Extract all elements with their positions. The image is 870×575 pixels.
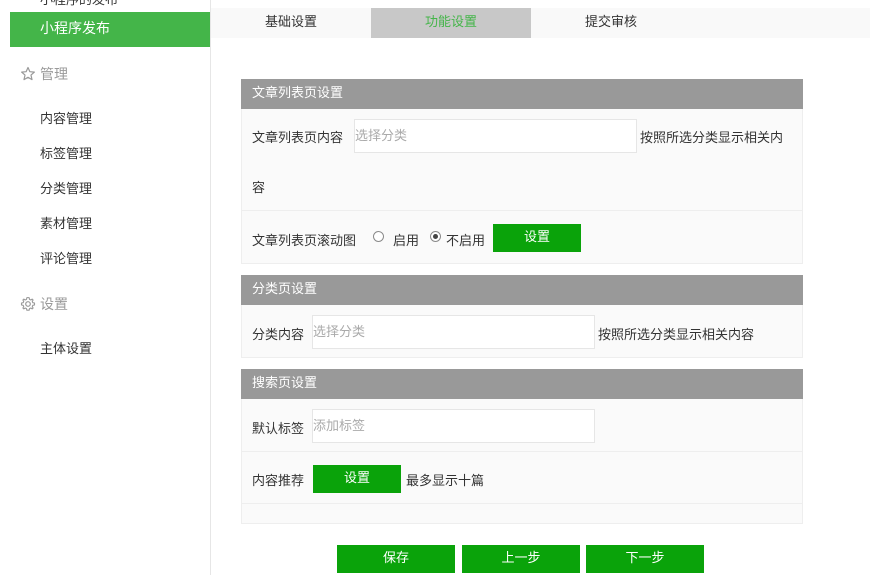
article-list-content-hint-wrap: 容 <box>252 181 266 196</box>
divider <box>242 210 802 211</box>
sidebar-item-comments[interactable]: 评论管理 <box>40 250 92 270</box>
recommend-settings-button[interactable]: 设置 <box>313 465 401 493</box>
radio-disable[interactable] <box>430 231 441 242</box>
radio-enable[interactable] <box>373 231 384 242</box>
default-tag-label: 默认标签 <box>252 422 305 437</box>
prev-step-button[interactable]: 上一步 <box>462 545 580 573</box>
tab-basic-settings[interactable]: 基础设置 <box>211 8 371 38</box>
tab-submit-review[interactable]: 提交审核 <box>531 8 691 38</box>
category-page-panel: 分类页设置 分类内容 按照所选分类显示相关内容 <box>241 275 803 358</box>
carousel-settings-button[interactable]: 设置 <box>493 224 581 252</box>
tab-bar: 基础设置 功能设置 提交审核 <box>211 8 870 38</box>
category-select[interactable] <box>312 315 595 349</box>
article-list-content-hint: 按照所选分类显示相关内 <box>640 131 784 146</box>
category-page-panel-title: 分类页设置 <box>241 275 803 305</box>
article-list-panel-title: 文章列表页设置 <box>241 79 803 109</box>
sidebar-group-manage: 管理 <box>20 65 68 85</box>
star-icon <box>20 66 36 82</box>
article-list-content-label: 文章列表页内容 <box>252 131 344 146</box>
sidebar-group-manage-label: 管理 <box>40 67 68 83</box>
sidebar: 小程序的发布 小程序发布 管理 内容管理 标签管理 分类管理 素材管理 评论管理… <box>0 0 211 575</box>
search-page-panel-title: 搜索页设置 <box>241 369 803 399</box>
radio-enable-label: 启用 <box>393 234 420 249</box>
recommend-label: 内容推荐 <box>252 474 305 489</box>
article-list-carousel-label: 文章列表页滚动图 <box>252 234 357 249</box>
sidebar-item-materials[interactable]: 素材管理 <box>40 215 92 235</box>
recommend-hint: 最多显示十篇 <box>406 474 485 489</box>
category-content-label: 分类内容 <box>252 328 305 343</box>
article-list-panel: 文章列表页设置 文章列表页内容 按照所选分类显示相关内 容 文章列表页滚动图 启… <box>241 79 803 264</box>
sidebar-item-content[interactable]: 内容管理 <box>40 110 92 130</box>
sidebar-item-cut[interactable]: 小程序的发布 <box>40 0 118 8</box>
category-input[interactable] <box>313 316 594 348</box>
sidebar-item-entity-settings[interactable]: 主体设置 <box>40 340 92 360</box>
next-step-button[interactable]: 下一步 <box>586 545 704 573</box>
sidebar-group-settings: 设置 <box>20 295 68 315</box>
radio-disable-label: 不启用 <box>446 234 486 249</box>
sidebar-group-settings-label: 设置 <box>40 297 68 313</box>
divider <box>242 503 802 504</box>
tab-feature-settings[interactable]: 功能设置 <box>371 8 531 38</box>
divider <box>242 451 802 452</box>
default-tag-field[interactable] <box>312 409 595 443</box>
sidebar-item-tags[interactable]: 标签管理 <box>40 145 92 165</box>
sidebar-item-categories[interactable]: 分类管理 <box>40 180 92 200</box>
search-page-panel: 搜索页设置 默认标签 内容推荐 设置 最多显示十篇 <box>241 369 803 524</box>
article-list-category-input[interactable] <box>355 120 636 152</box>
category-content-hint: 按照所选分类显示相关内容 <box>598 328 755 343</box>
save-button[interactable]: 保存 <box>337 545 455 573</box>
sidebar-item-publish[interactable]: 小程序发布 <box>10 12 210 47</box>
article-list-category-select[interactable] <box>354 119 637 153</box>
default-tag-input[interactable] <box>313 410 594 442</box>
gear-icon <box>20 296 36 312</box>
